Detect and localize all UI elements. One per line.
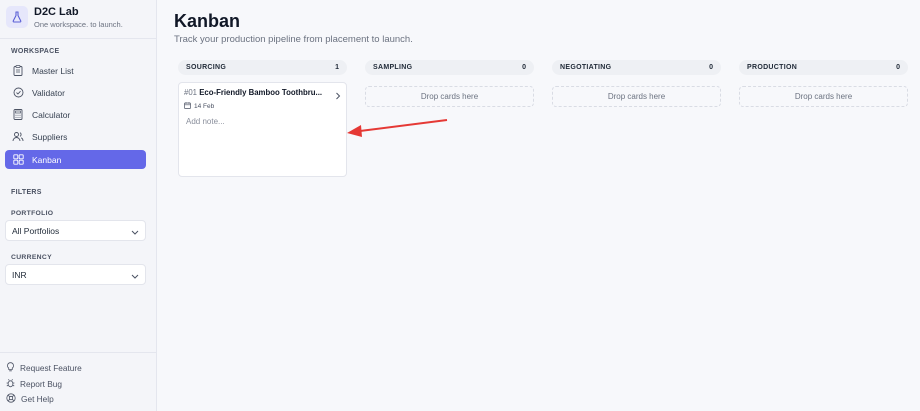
currency-select[interactable]: INR [5, 264, 146, 285]
drop-zone-text: Drop cards here [420, 92, 479, 101]
page-subtitle: Track your production pipeline from plac… [174, 34, 413, 45]
column-header: SOURCING 1 [178, 60, 347, 75]
sidebar-item-kanban[interactable]: Kanban [5, 150, 146, 169]
column-header: SAMPLING 0 [365, 60, 534, 75]
column-name: SAMPLING [373, 64, 413, 71]
sidebar-item-label: Master List [32, 65, 74, 76]
report-bug-link[interactable]: Report Bug [6, 377, 62, 390]
add-note-field[interactable]: Add note... [186, 117, 225, 126]
column-count: 0 [896, 64, 900, 71]
get-help-link[interactable]: Get Help [6, 392, 54, 405]
column-production: PRODUCTION 0 Drop cards here [739, 60, 908, 107]
drop-zone[interactable]: Drop cards here [739, 86, 908, 107]
column-sampling: SAMPLING 0 Drop cards here [365, 60, 534, 107]
calendar-icon [184, 102, 191, 111]
drop-zone[interactable]: Drop cards here [552, 86, 721, 107]
card-date-text: 14 Feb [194, 103, 215, 110]
users-icon [9, 127, 27, 146]
sidebar-item-master-list[interactable]: Master List [5, 61, 146, 80]
kanban-card[interactable]: #01 Eco-Friendly Bamboo Toothbru... 14 F… [178, 82, 347, 177]
column-count: 0 [522, 64, 526, 71]
drop-zone-text: Drop cards here [794, 92, 853, 101]
sidebar-footer: Request Feature Report Bug Get Help [0, 352, 156, 411]
column-name: PRODUCTION [747, 64, 798, 71]
card-title-text: Eco-Friendly Bamboo Toothbru... [199, 88, 323, 97]
request-feature-label: Request Feature [20, 362, 82, 373]
currency-label: CURRENCY [11, 254, 52, 261]
portfolio-value: All Portfolios [12, 225, 60, 236]
brand-subtitle: One workspace. to launch. [34, 20, 123, 29]
card-id: #01 [184, 88, 198, 97]
help-icon [6, 390, 16, 408]
column-name: SOURCING [186, 64, 227, 71]
column-negotiating: NEGOTIATING 0 Drop cards here [552, 60, 721, 107]
sidebar-item-label: Validator [32, 87, 65, 98]
column-header: NEGOTIATING 0 [552, 60, 721, 75]
card-date: 14 Feb [184, 102, 214, 111]
sidebar-item-label: Suppliers [32, 131, 68, 142]
calculator-icon [9, 105, 27, 124]
sidebar-item-validator[interactable]: Validator [5, 83, 146, 102]
sidebar-item-calculator[interactable]: Calculator [5, 105, 146, 124]
filters-section-label: FILTERS [11, 189, 42, 196]
kanban-icon [9, 150, 27, 169]
workspace-section-label: WORKSPACE [11, 48, 60, 55]
column-sourcing: SOURCING 1 [178, 60, 347, 75]
portfolio-select[interactable]: All Portfolios [5, 220, 146, 241]
page-title: Kanban [174, 11, 241, 31]
column-count: 0 [709, 64, 713, 71]
brand-header: D2C Lab One workspace. to launch. [0, 0, 156, 39]
sidebar: D2C Lab One workspace. to launch. WORKSP… [0, 0, 157, 411]
sidebar-item-suppliers[interactable]: Suppliers [5, 127, 146, 146]
flask-icon [6, 6, 28, 28]
column-name: NEGOTIATING [560, 64, 612, 71]
brand-title: D2C Lab [34, 6, 79, 18]
get-help-label: Get Help [21, 393, 54, 404]
sidebar-item-label: Calculator [32, 109, 71, 120]
sidebar-item-label: Kanban [32, 154, 62, 165]
currency-value: INR [12, 269, 27, 280]
column-count: 1 [335, 64, 339, 71]
column-header: PRODUCTION 0 [739, 60, 908, 75]
report-bug-label: Report Bug [20, 378, 62, 389]
chevron-down-icon [131, 266, 139, 284]
clipboard-icon [9, 61, 27, 80]
chevron-right-icon[interactable] [335, 87, 341, 105]
request-feature-link[interactable]: Request Feature [6, 361, 82, 374]
check-circle-icon [9, 83, 27, 102]
portfolio-label: PORTFOLIO [11, 210, 54, 217]
card-title: #01 Eco-Friendly Bamboo Toothbru... [184, 88, 334, 97]
chevron-down-icon [131, 222, 139, 240]
drop-zone-text: Drop cards here [607, 92, 666, 101]
drop-zone[interactable]: Drop cards here [365, 86, 534, 107]
